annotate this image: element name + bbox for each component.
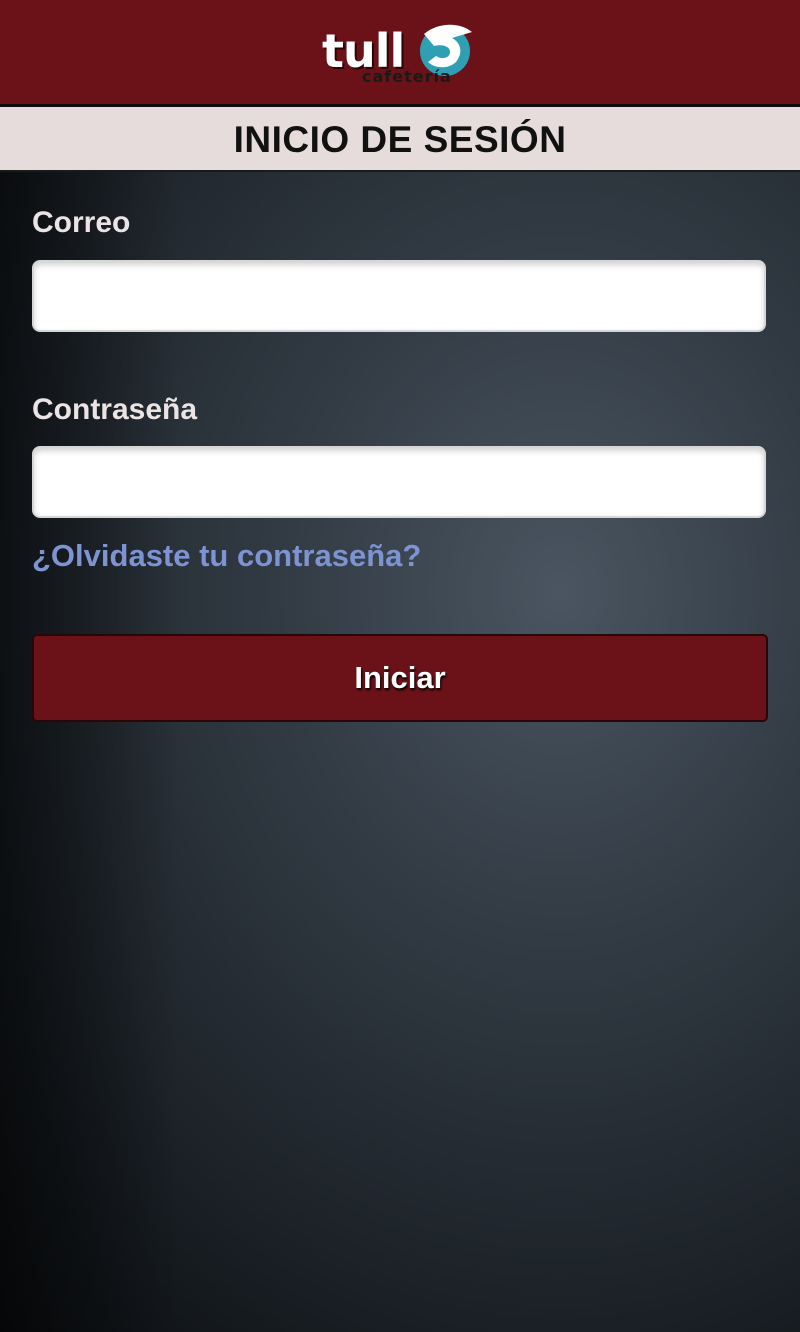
page-title: INICIO DE SESIÓN <box>233 119 567 160</box>
password-field[interactable] <box>32 446 766 518</box>
brand-logo: tull cafetería <box>322 16 482 88</box>
page-title-bar: INICIO DE SESIÓN <box>0 107 800 172</box>
app-header: tull cafetería <box>0 0 800 107</box>
login-form-area <box>0 172 800 1332</box>
email-label: Correo <box>32 206 131 239</box>
logo-subtitle: cafetería <box>362 67 452 86</box>
login-submit-button[interactable]: Iniciar <box>32 634 768 722</box>
forgot-password-link[interactable]: ¿Olvidaste tu contraseña? <box>32 536 421 576</box>
password-label: Contraseña <box>32 393 198 426</box>
email-field[interactable] <box>32 260 766 332</box>
